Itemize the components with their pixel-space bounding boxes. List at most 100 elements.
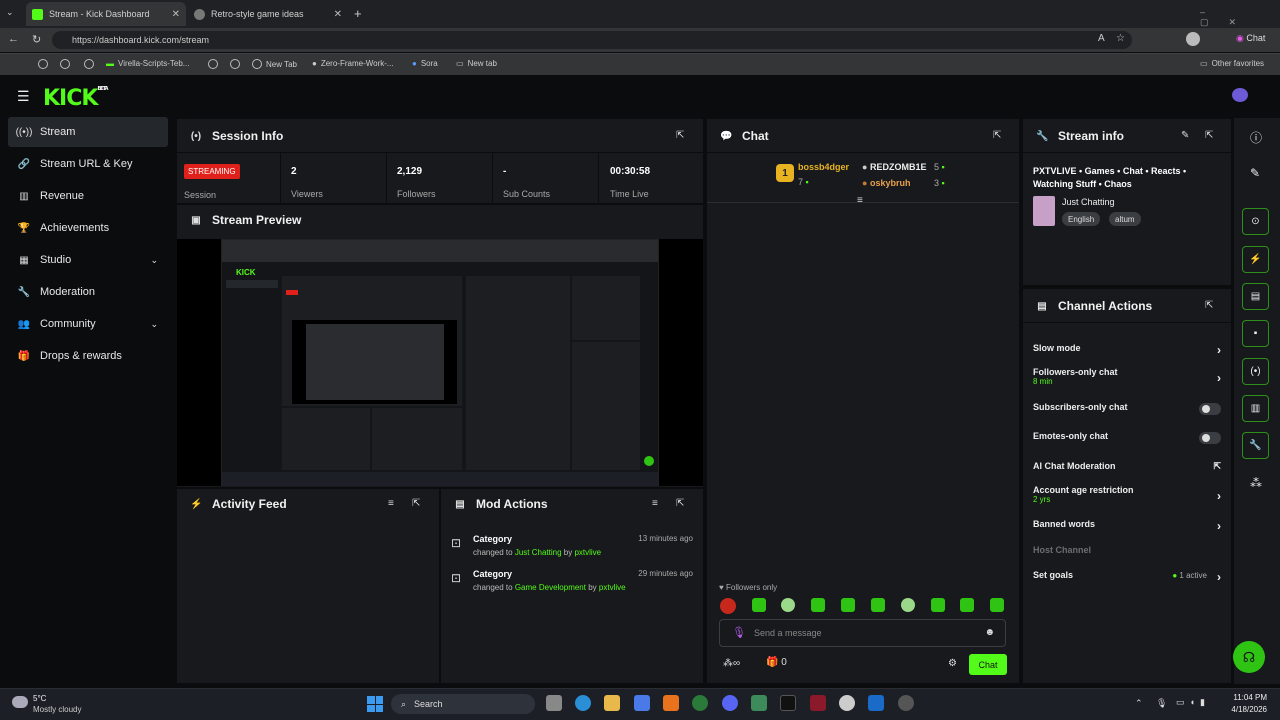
filter-icon[interactable]: ≡ <box>652 498 658 509</box>
sidebar-item-community[interactable]: 👥 Community ⌄ <box>8 309 168 339</box>
bookmark-zero-frame[interactable]: ● Zero-Frame-Work-... <box>312 59 394 68</box>
toolbar-document-button[interactable]: ▤ <box>1242 283 1269 310</box>
browser-tab-kick[interactable]: Stream - Kick Dashboard ✕ <box>26 2 186 26</box>
emote-red-icon[interactable] <box>720 598 736 614</box>
points-infinity-icon[interactable]: ⁂∞ <box>723 658 740 669</box>
toolbar-camera-button[interactable]: ⊙ <box>1242 208 1269 235</box>
emote-icon[interactable] <box>871 598 885 612</box>
support-headset-button[interactable]: ☊ <box>1233 641 1265 673</box>
category-thumbnail[interactable] <box>1033 196 1055 226</box>
network-volume-battery-icon[interactable]: ▭◖▮ <box>1176 697 1210 708</box>
emote-icon[interactable] <box>781 598 795 612</box>
file-explorer-icon[interactable] <box>604 695 620 711</box>
sidebar-item-stream-url[interactable]: 🔗 Stream URL & Key <box>8 149 168 179</box>
banned-words-row[interactable]: Banned words › <box>1033 519 1221 533</box>
edit-pencil-icon[interactable]: ✎ <box>1181 130 1189 141</box>
taskbar-search[interactable]: ⌕ Search <box>391 694 535 714</box>
detail-user[interactable]: pxtvlive <box>599 583 626 592</box>
kick-logo[interactable]: KICKBETA <box>43 86 109 111</box>
sidebar-item-moderation[interactable]: 🔧 Moderation <box>8 277 168 307</box>
stream-category[interactable]: Just Chatting <box>1062 197 1115 207</box>
chat-settings-gear-icon[interactable]: ⚙ <box>948 658 957 669</box>
bookmark-globe-1[interactable] <box>38 59 48 69</box>
bookmark-globe-3[interactable] <box>84 59 94 69</box>
popout-icon[interactable]: ⇱ <box>676 498 684 509</box>
new-tab-plus-icon[interactable]: + <box>354 6 362 21</box>
detail-user[interactable]: pxtvlive <box>574 548 601 557</box>
sidebar-item-revenue[interactable]: ▥ Revenue <box>8 181 168 211</box>
favorite-star-icon[interactable]: ☆ <box>1116 33 1125 44</box>
ai-moderation-row[interactable]: AI Chat Moderation ⇱ <box>1033 461 1221 475</box>
url-input[interactable]: https://dashboard.kick.com/stream <box>52 31 1132 49</box>
profile-avatar-icon[interactable] <box>1186 32 1200 46</box>
weather-cloud-icon[interactable] <box>12 696 28 708</box>
stream-tag[interactable]: altum <box>1109 212 1141 226</box>
popout-icon[interactable]: ⇱ <box>412 498 420 509</box>
emote-icon[interactable] <box>990 598 1004 612</box>
tiktok-icon[interactable] <box>780 695 796 711</box>
emote-icon[interactable] <box>901 598 915 612</box>
close-icon[interactable]: ✕ <box>172 9 180 20</box>
chatgpt-icon[interactable] <box>839 695 855 711</box>
bookmark-globe-2[interactable] <box>60 59 70 69</box>
back-arrow-icon[interactable]: ← <box>8 33 19 45</box>
stream-preview-video[interactable]: KICK <box>177 239 703 486</box>
hamburger-menu-icon[interactable]: ☰ <box>17 88 30 105</box>
obs-icon[interactable] <box>898 695 914 711</box>
bookmark-virella[interactable]: ▬ Virella-Scripts-Teb... <box>106 59 189 68</box>
info-icon[interactable]: ⓘ <box>1250 129 1262 146</box>
bookmark-new-tab-2[interactable]: ▭ New tab <box>456 59 497 68</box>
set-goals-row[interactable]: Set goals ● 1 active › <box>1033 570 1221 584</box>
subscribers-only-toggle[interactable] <box>1199 403 1221 415</box>
bookmark-new-tab[interactable]: New Tab <box>252 59 297 69</box>
sublime-icon[interactable] <box>663 695 679 711</box>
chat-message-input[interactable]: 🎙 Send a message ☻ <box>719 619 1006 647</box>
expand-leaderboard-icon[interactable]: ≡ <box>857 195 863 206</box>
user-avatar[interactable] <box>1232 88 1248 102</box>
task-view-icon[interactable] <box>546 695 562 711</box>
hs-app-icon[interactable] <box>692 695 708 711</box>
leaderboard-name[interactable]: REDZOMB1E <box>870 162 927 172</box>
bookmark-globe-4[interactable] <box>208 59 218 69</box>
emote-icon[interactable] <box>841 598 855 612</box>
bookmark-globe-5[interactable] <box>230 59 240 69</box>
window-controls[interactable]: –▢✕ <box>1200 7 1280 28</box>
bookmark-sora[interactable]: ● Sora <box>412 59 438 68</box>
sidebar-item-stream[interactable]: ((•)) Stream <box>8 117 168 147</box>
stream-tag[interactable]: English <box>1062 212 1101 226</box>
toolbar-chat-button[interactable]: ▪ <box>1242 320 1269 347</box>
popout-icon[interactable]: ⇱ <box>993 130 1001 141</box>
emote-icon[interactable] <box>752 598 766 612</box>
edge-browser-icon[interactable] <box>575 695 591 711</box>
popout-icon[interactable]: ⇱ <box>1205 300 1213 311</box>
toolbar-broadcast-button[interactable]: (•) <box>1242 358 1269 385</box>
tab-list-chevron-icon[interactable]: ⌄ <box>6 7 14 18</box>
clock[interactable]: 11:04 PM 4/18/2026 <box>1227 693 1267 714</box>
detail-target[interactable]: Just Chatting <box>515 548 562 557</box>
toolbar-wrench-button[interactable]: 🔧 <box>1242 432 1269 459</box>
chat-send-button[interactable]: Chat <box>969 654 1007 675</box>
toolbar-layout-button[interactable]: ▥ <box>1242 395 1269 422</box>
sidebar-item-achievements[interactable]: 🏆 Achievements <box>8 213 168 243</box>
browser-tab-retro[interactable]: Retro-style game ideas ✕ <box>188 2 348 26</box>
filter-icon[interactable]: ≡ <box>388 498 394 509</box>
reload-icon[interactable]: ↻ <box>32 33 41 46</box>
adobe-icon[interactable] <box>810 695 826 711</box>
microphone-icon[interactable]: 🎙 <box>732 626 746 639</box>
leaderboard-name[interactable]: bossb4dger <box>798 162 849 172</box>
discord-icon[interactable] <box>722 695 738 711</box>
popout-icon[interactable]: ⇱ <box>676 130 684 141</box>
app-icon[interactable] <box>751 695 767 711</box>
detail-target[interactable]: Game Development <box>515 583 586 592</box>
emoji-icon[interactable]: ☻ <box>984 627 995 638</box>
edit-pencil-icon[interactable]: ✎ <box>1250 166 1260 180</box>
tray-chevron-icon[interactable]: ⌃ <box>1135 698 1143 709</box>
bubbles-icon[interactable]: ⁂ <box>1250 476 1262 490</box>
sidebar-item-drops[interactable]: 🎁 Drops & rewards <box>8 341 168 371</box>
other-favorites[interactable]: ▭ Other favorites <box>1200 59 1264 68</box>
vscode-icon[interactable] <box>868 695 884 711</box>
gift-counter[interactable]: 🎁 0 <box>766 657 787 668</box>
account-age-row[interactable]: Account age restriction 2 yrs › <box>1033 485 1221 509</box>
emote-icon[interactable] <box>960 598 974 612</box>
copilot-chat-button[interactable]: ◉ Chat <box>1236 33 1265 44</box>
